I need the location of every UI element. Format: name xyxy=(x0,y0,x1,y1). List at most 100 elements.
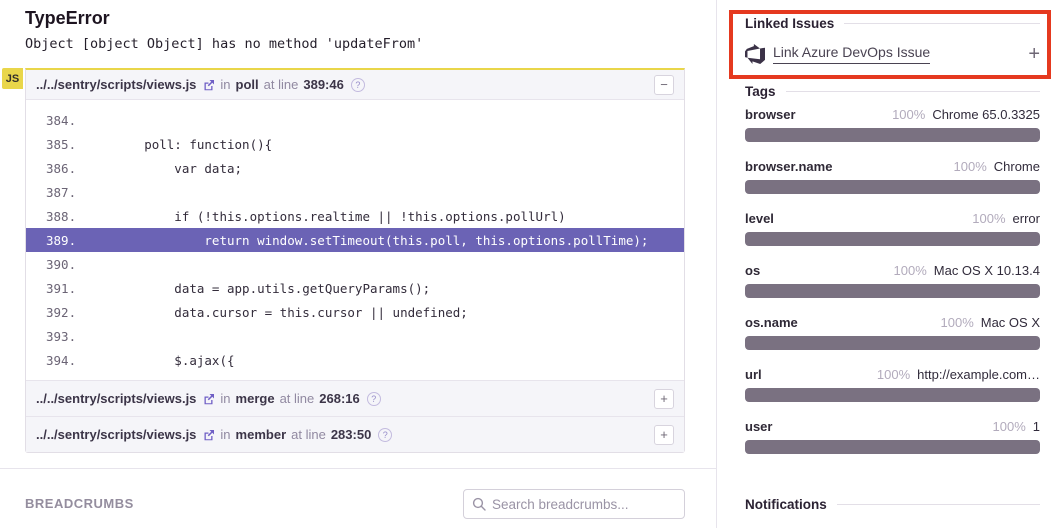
breadcrumbs-section-title: BREADCRUMBS xyxy=(25,496,134,511)
frame-file-path[interactable]: ../../sentry/scripts/views.js xyxy=(36,427,196,442)
tag-label[interactable]: os.name xyxy=(745,315,798,330)
code-line-number: 385. xyxy=(26,137,84,152)
tag-label[interactable]: browser.name xyxy=(745,159,832,174)
tag-item: url 100% http://example.com… xyxy=(745,367,1040,402)
frame-function-name: merge xyxy=(236,391,275,406)
tag-value[interactable]: http://example.com… xyxy=(917,367,1040,382)
tags-title: Tags xyxy=(745,84,776,99)
tag-label[interactable]: user xyxy=(745,419,772,434)
question-circle-icon[interactable]: ? xyxy=(351,78,365,92)
code-line-number: 384. xyxy=(26,113,84,128)
code-line-number: 387. xyxy=(26,185,84,200)
code-line: 390. xyxy=(26,252,684,276)
heading-rule xyxy=(786,91,1040,92)
tag-item: os.name 100% Mac OS X xyxy=(745,315,1040,350)
tag-percent: 100% xyxy=(892,107,925,122)
code-line-number: 391. xyxy=(26,281,84,296)
code-line-text: if (!this.options.realtime || !this.opti… xyxy=(84,209,566,224)
tag-value[interactable]: error xyxy=(1013,211,1040,226)
tag-item: level 100% error xyxy=(745,211,1040,246)
code-line-number: 390. xyxy=(26,257,84,272)
search-icon xyxy=(472,497,486,511)
external-link-icon[interactable] xyxy=(203,393,215,405)
heading-rule xyxy=(837,504,1040,505)
code-line-number: 386. xyxy=(26,161,84,176)
code-line-number: 389. xyxy=(26,233,84,248)
tag-value[interactable]: 1 xyxy=(1033,419,1040,434)
plus-icon[interactable]: + xyxy=(1028,44,1040,64)
frame-line-number: 283:50 xyxy=(331,427,371,442)
tag-percent: 100% xyxy=(972,211,1005,226)
notifications-title: Notifications xyxy=(745,497,827,512)
frame-function-name: member xyxy=(236,427,287,442)
tags-list: browser 100% Chrome 65.0.3325 browser.na… xyxy=(745,107,1040,471)
code-line: 389. return window.setTimeout(this.poll,… xyxy=(26,228,684,252)
code-line-number: 393. xyxy=(26,329,84,344)
tag-label[interactable]: os xyxy=(745,263,760,278)
frame-function-name: poll xyxy=(236,77,259,92)
code-line-text: poll: function(){ xyxy=(84,137,272,152)
frame-in-label: in xyxy=(220,391,230,406)
expand-frame-button[interactable]: + xyxy=(654,425,674,445)
heading-rule xyxy=(844,23,1040,24)
stack-frame-header[interactable]: ../../sentry/scripts/views.js in merge a… xyxy=(26,380,684,416)
tag-item: os 100% Mac OS X 10.13.4 xyxy=(745,263,1040,298)
frame-file-path[interactable]: ../../sentry/scripts/views.js xyxy=(36,391,196,406)
question-circle-icon[interactable]: ? xyxy=(367,392,381,406)
breadcrumbs-search[interactable] xyxy=(463,489,685,519)
code-line-number: 394. xyxy=(26,353,84,368)
code-line-text: return window.setTimeout(this.poll, this… xyxy=(84,233,648,248)
external-link-icon[interactable] xyxy=(203,429,215,441)
stack-frame-header[interactable]: ../../sentry/scripts/views.js in poll at… xyxy=(26,70,684,100)
tag-percent: 100% xyxy=(894,263,927,278)
tag-distribution-bar[interactable] xyxy=(745,128,1040,142)
code-line: 393. xyxy=(26,324,684,348)
tag-value[interactable]: Mac OS X xyxy=(981,315,1040,330)
azure-devops-icon xyxy=(745,44,765,64)
tag-label[interactable]: browser xyxy=(745,107,796,122)
tag-label[interactable]: level xyxy=(745,211,774,226)
tag-distribution-bar[interactable] xyxy=(745,180,1040,194)
code-line-text: var data; xyxy=(84,161,242,176)
frame-line-number: 268:16 xyxy=(319,391,359,406)
frame-atline-label: at line xyxy=(291,427,326,442)
stack-frame-header[interactable]: ../../sentry/scripts/views.js in member … xyxy=(26,416,684,452)
sidebar-divider xyxy=(716,0,717,528)
code-line-number: 388. xyxy=(26,209,84,224)
linked-issues-title: Linked Issues xyxy=(745,16,834,31)
tag-percent: 100% xyxy=(941,315,974,330)
frame-in-label: in xyxy=(220,77,230,92)
collapse-frame-button[interactable]: − xyxy=(654,75,674,95)
tag-distribution-bar[interactable] xyxy=(745,284,1040,298)
frame-in-label: in xyxy=(220,427,230,442)
tag-distribution-bar[interactable] xyxy=(745,388,1040,402)
tag-item: browser 100% Chrome 65.0.3325 xyxy=(745,107,1040,142)
frame-atline-label: at line xyxy=(264,77,299,92)
tags-heading: Tags xyxy=(745,84,1040,99)
code-line: 388. if (!this.options.realtime || !this… xyxy=(26,204,684,228)
external-link-icon[interactable] xyxy=(203,79,215,91)
code-line: 384. xyxy=(26,108,684,132)
link-azure-devops-issue-link[interactable]: Link Azure DevOps Issue xyxy=(773,44,930,64)
frame-file-path[interactable]: ../../sentry/scripts/views.js xyxy=(36,77,196,92)
tag-percent: 100% xyxy=(954,159,987,174)
code-line: 386. var data; xyxy=(26,156,684,180)
tag-percent: 100% xyxy=(993,419,1026,434)
code-line: 387. xyxy=(26,180,684,204)
tag-value[interactable]: Chrome 65.0.3325 xyxy=(932,107,1040,122)
linked-issues-row: Link Azure DevOps Issue + xyxy=(745,44,1040,64)
tag-value[interactable]: Chrome xyxy=(994,159,1040,174)
tag-label[interactable]: url xyxy=(745,367,762,382)
expand-frame-button[interactable]: + xyxy=(654,389,674,409)
breadcrumbs-search-input[interactable] xyxy=(492,497,676,512)
tag-distribution-bar[interactable] xyxy=(745,336,1040,350)
question-circle-icon[interactable]: ? xyxy=(378,428,392,442)
tag-percent: 100% xyxy=(877,367,910,382)
tag-distribution-bar[interactable] xyxy=(745,232,1040,246)
tag-distribution-bar[interactable] xyxy=(745,440,1040,454)
frame-line-number: 389:46 xyxy=(303,77,343,92)
code-line: 394. $.ajax({ xyxy=(26,348,684,372)
code-line-text: $.ajax({ xyxy=(84,353,235,368)
tag-value[interactable]: Mac OS X 10.13.4 xyxy=(934,263,1040,278)
notifications-heading: Notifications xyxy=(745,497,1040,512)
